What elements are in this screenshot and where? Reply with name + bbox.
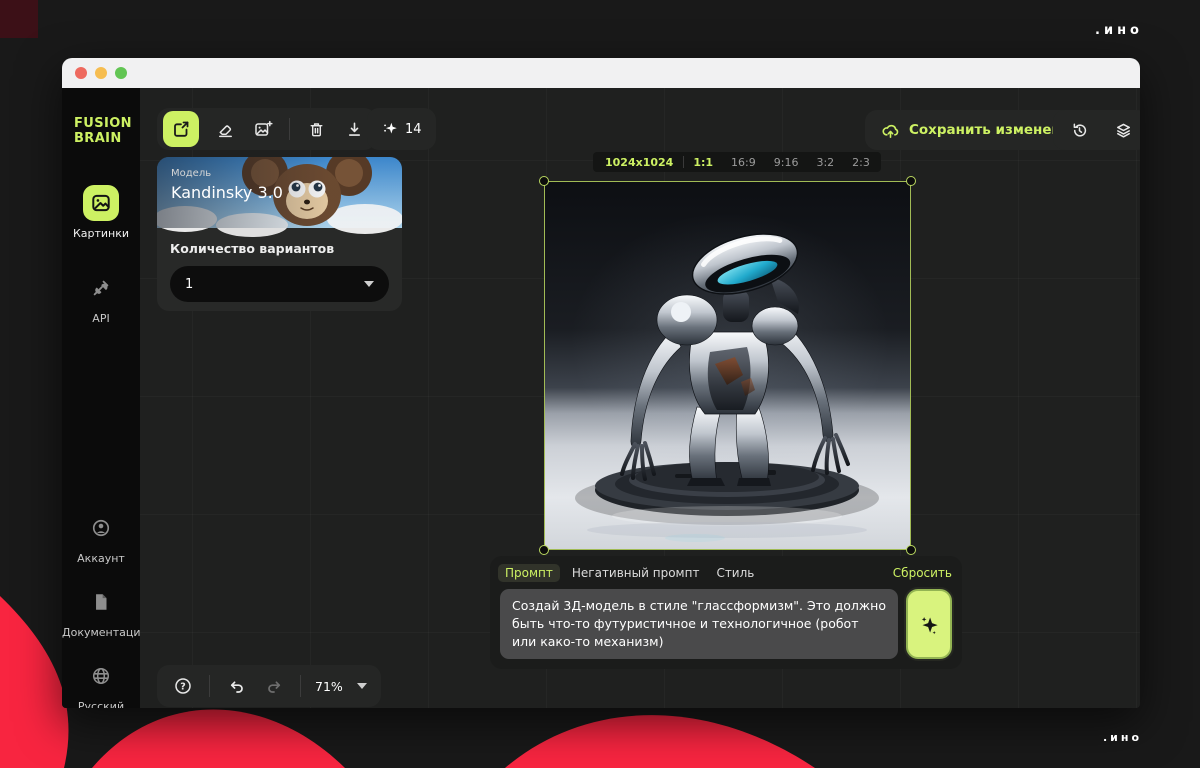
selection-handle-top-right[interactable] bbox=[906, 176, 916, 186]
sidebar-item-api[interactable]: API bbox=[62, 270, 140, 325]
chevron-down-icon[interactable] bbox=[357, 683, 367, 689]
trash-tool-button[interactable] bbox=[304, 117, 328, 141]
svg-text:?: ? bbox=[180, 681, 186, 692]
redo-icon bbox=[265, 677, 284, 696]
sidebar-item-label: API bbox=[62, 312, 140, 325]
globe-icon bbox=[83, 658, 119, 694]
variants-select[interactable]: 1 bbox=[170, 266, 389, 302]
size-bar: 1024x1024 1:1 16:9 9:16 3:2 2:3 bbox=[593, 152, 881, 172]
sidebar: FUSION BRAIN Картинки bbox=[62, 88, 140, 708]
sidebar-item-label: Документация bbox=[62, 626, 140, 639]
ratio-9-16[interactable]: 9:16 bbox=[765, 156, 808, 169]
export-icon bbox=[171, 119, 191, 139]
toolbar-divider bbox=[300, 675, 301, 697]
undo-button[interactable] bbox=[224, 674, 248, 698]
model-preview[interactable]: Модель Kandinsky 3.0 bbox=[157, 157, 402, 228]
sidebar-item-label: Аккаунт bbox=[62, 552, 140, 565]
reset-button[interactable]: Сбросить bbox=[893, 566, 952, 580]
credits-button[interactable]: 14 bbox=[367, 108, 436, 150]
corner-red-square bbox=[0, 0, 38, 38]
ratio-16-9[interactable]: 16:9 bbox=[722, 156, 765, 169]
image-plus-icon bbox=[253, 119, 273, 139]
history-icon bbox=[1070, 121, 1089, 140]
redo-button[interactable] bbox=[262, 674, 286, 698]
view-toolbar: ? 71% bbox=[157, 665, 381, 707]
fusion-brain-logo[interactable]: FUSION BRAIN bbox=[74, 116, 132, 146]
resolution-value[interactable]: 1024x1024 bbox=[595, 156, 683, 169]
eraser-tool-button[interactable] bbox=[213, 117, 237, 141]
model-name: Kandinsky 3.0 bbox=[171, 183, 283, 202]
trash-icon bbox=[307, 120, 326, 139]
image-icon bbox=[83, 185, 119, 221]
tab-prompt[interactable]: Промпт bbox=[498, 564, 560, 582]
credits-count: 14 bbox=[405, 122, 422, 137]
canvas-workspace[interactable]: 14 bbox=[140, 88, 1140, 708]
generated-image-selection[interactable] bbox=[545, 182, 910, 549]
close-window-button[interactable] bbox=[75, 67, 87, 79]
sidebar-item-account[interactable]: Аккаунт bbox=[62, 510, 140, 565]
app-window: FUSION BRAIN Картинки bbox=[62, 58, 1140, 708]
help-icon: ? bbox=[173, 676, 193, 696]
plug-icon bbox=[83, 270, 119, 306]
tools-toolbar bbox=[157, 108, 376, 150]
variants-value: 1 bbox=[185, 277, 193, 292]
prompt-input[interactable]: Создай 3Д-модель в стиле "глассформизм".… bbox=[500, 589, 898, 659]
generated-robot-image bbox=[545, 182, 910, 549]
maximize-window-button[interactable] bbox=[115, 67, 127, 79]
undo-icon bbox=[227, 677, 246, 696]
generate-button[interactable] bbox=[906, 589, 952, 659]
cloud-upload-icon bbox=[881, 121, 900, 140]
history-button[interactable] bbox=[1067, 118, 1091, 142]
brand-ino-top: .ино bbox=[1095, 23, 1143, 38]
add-image-tool-button[interactable] bbox=[251, 117, 275, 141]
selection-handle-top-left[interactable] bbox=[539, 176, 549, 186]
minimize-window-button[interactable] bbox=[95, 67, 107, 79]
model-card: Модель Kandinsky 3.0 Количество варианто… bbox=[157, 157, 402, 311]
sidebar-item-label: Русский bbox=[62, 700, 140, 708]
tab-style[interactable]: Стиль bbox=[716, 566, 754, 580]
tab-negative-prompt[interactable]: Негативный промпт bbox=[572, 566, 700, 580]
download-tool-button[interactable] bbox=[342, 117, 366, 141]
layers-icon bbox=[1114, 121, 1133, 140]
brand-ino-bottom: .ино bbox=[1103, 731, 1142, 744]
zoom-level[interactable]: 71% bbox=[315, 679, 343, 694]
account-icon bbox=[83, 510, 119, 546]
generate-sparkle-icon bbox=[916, 611, 942, 637]
prompt-panel: Промпт Негативный промпт Стиль Сбросить … bbox=[490, 556, 962, 669]
sidebar-item-docs[interactable]: Документация bbox=[62, 584, 140, 639]
toolbar-divider bbox=[289, 118, 290, 140]
model-label: Модель bbox=[171, 168, 211, 179]
document-icon bbox=[83, 584, 119, 620]
eraser-icon bbox=[216, 120, 235, 139]
header-secondary-toolbar bbox=[1053, 110, 1140, 150]
sidebar-item-label: Картинки bbox=[62, 227, 140, 240]
ratio-3-2[interactable]: 3:2 bbox=[807, 156, 843, 169]
chevron-down-icon bbox=[364, 281, 374, 287]
selection-handle-bottom-left[interactable] bbox=[539, 545, 549, 555]
export-tool-button[interactable] bbox=[163, 111, 199, 147]
layers-button[interactable] bbox=[1111, 118, 1135, 142]
sparkles-icon bbox=[381, 120, 399, 138]
help-button[interactable]: ? bbox=[171, 674, 195, 698]
sidebar-item-language[interactable]: Русский bbox=[62, 658, 140, 708]
window-titlebar bbox=[62, 58, 1140, 88]
sidebar-item-images[interactable]: Картинки bbox=[62, 185, 140, 240]
download-icon bbox=[345, 120, 364, 139]
ratio-1-1[interactable]: 1:1 bbox=[684, 156, 722, 169]
variants-label: Количество вариантов bbox=[170, 241, 389, 256]
ratio-2-3[interactable]: 2:3 bbox=[843, 156, 879, 169]
toolbar-divider bbox=[209, 675, 210, 697]
selection-handle-bottom-right[interactable] bbox=[906, 545, 916, 555]
